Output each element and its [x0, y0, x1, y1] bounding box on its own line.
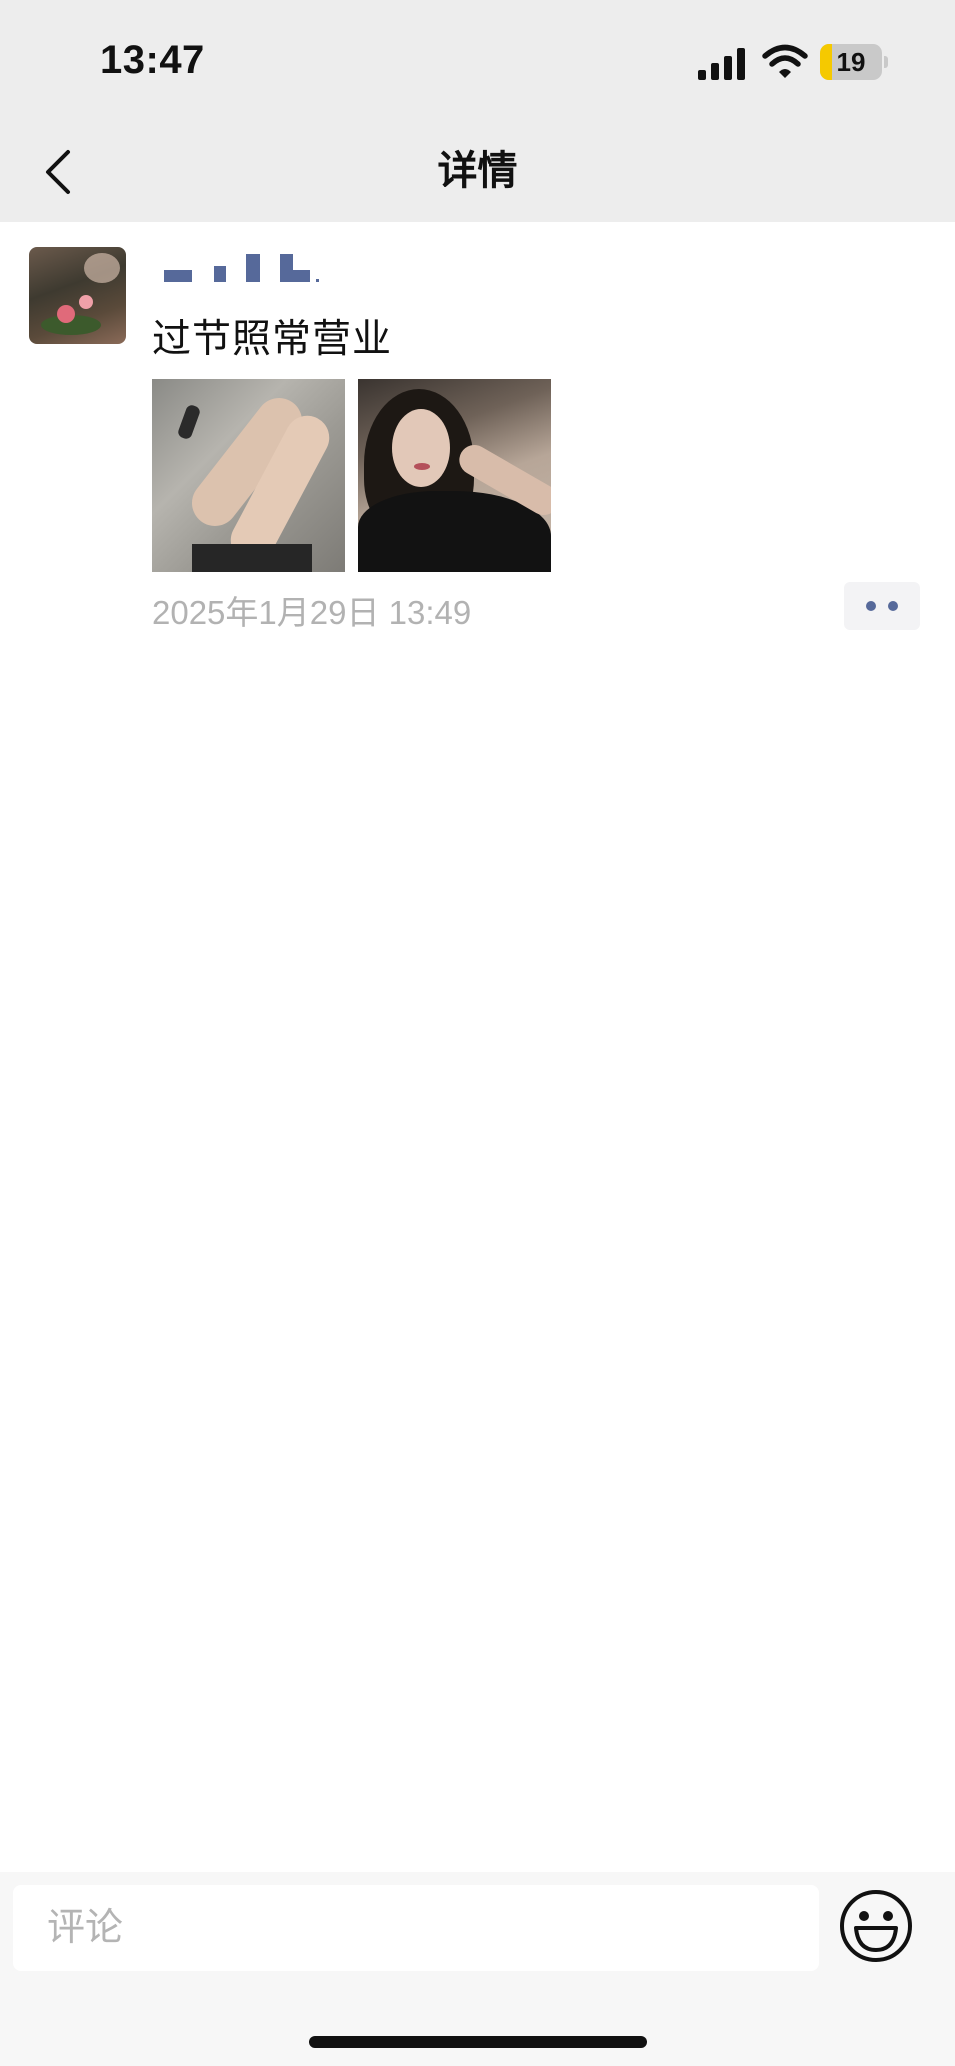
- page-title: 详情: [437, 149, 518, 193]
- post-photo-2[interactable]: [358, 379, 551, 572]
- comment-bar: [0, 1872, 955, 2066]
- smiley-icon[interactable]: [838, 1888, 914, 1964]
- more-actions-button[interactable]: [844, 582, 920, 630]
- comment-input[interactable]: [13, 1885, 819, 1971]
- post-text: 过节照常营业: [152, 318, 393, 361]
- signal-icon: [698, 48, 745, 80]
- avatar[interactable]: [29, 247, 126, 344]
- status-bar: 13:47 19: [0, 0, 955, 120]
- battery-icon: 19: [820, 44, 890, 80]
- battery-tip: [884, 56, 888, 68]
- nav-bar: 详情: [0, 120, 955, 222]
- post-photo-1[interactable]: [152, 379, 345, 572]
- moment-detail-screen: 13:47 19 详情 过节照常营业 2025年1月29日 13:49 评论: [0, 0, 955, 2066]
- avatar-light: [84, 253, 120, 283]
- back-button[interactable]: [28, 142, 88, 202]
- battery-level: 19: [836, 47, 866, 77]
- avatar-flower: [79, 295, 93, 309]
- avatar-flower: [57, 305, 75, 323]
- home-indicator: [309, 2036, 647, 2048]
- wifi-icon: [762, 44, 808, 78]
- status-time: 13:47: [100, 38, 205, 82]
- more-dots-icon: [866, 601, 898, 611]
- post-timestamp: 2025年1月29日 13:49: [152, 594, 472, 631]
- chevron-left-icon: [46, 150, 70, 194]
- battery-body: 19: [820, 44, 882, 80]
- nickname-redacted[interactable]: [154, 252, 324, 294]
